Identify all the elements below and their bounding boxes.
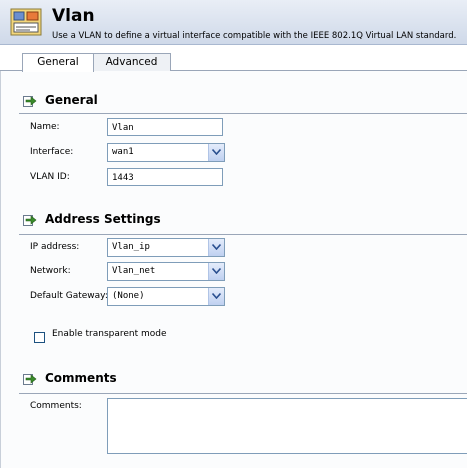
section-arrow-icon — [23, 93, 37, 107]
comments-label: Comments: — [30, 401, 82, 411]
chevron-down-icon[interactable] — [208, 239, 224, 256]
section-general-title: General — [45, 93, 98, 107]
comments-field[interactable] — [107, 398, 467, 454]
section-arrow-icon — [23, 371, 37, 385]
section-divider — [19, 113, 467, 114]
tab-advanced[interactable]: Advanced — [92, 53, 171, 71]
default-gateway-label: Default Gateway: — [30, 291, 108, 301]
page-description: Use a VLAN to define a virtual interface… — [52, 31, 457, 41]
network-label: Network: — [30, 266, 71, 276]
interface-label: Interface: — [30, 147, 74, 157]
page-title: Vlan — [52, 6, 95, 26]
vlan-icon — [10, 7, 42, 37]
interface-value: wan1 — [112, 147, 134, 157]
ip-address-select[interactable]: Vlan_ip — [107, 238, 225, 257]
tab-content: General Name: Vlan Interface: wan1 VLAN … — [0, 71, 467, 468]
section-arrow-icon — [23, 212, 37, 226]
name-field[interactable]: Vlan — [107, 118, 223, 136]
network-value: Vlan_net — [112, 266, 156, 276]
ip-address-value: Vlan_ip — [112, 242, 150, 252]
tab-bar: General Advanced — [0, 45, 467, 72]
default-gateway-select[interactable]: (None) — [107, 287, 225, 306]
network-select[interactable]: Vlan_net — [107, 262, 225, 281]
vlan-id-field[interactable]: 1443 — [107, 168, 223, 186]
tab-general[interactable]: General — [22, 53, 94, 72]
vlan-id-label: VLAN ID: — [30, 172, 70, 182]
chevron-down-icon[interactable] — [208, 263, 224, 280]
transparent-mode-label: Enable transparent mode — [52, 329, 167, 339]
page-header: Vlan Use a VLAN to define a virtual inte… — [0, 0, 467, 45]
section-divider — [19, 393, 467, 394]
section-comments-title: Comments — [45, 371, 117, 385]
ip-address-label: IP address: — [30, 242, 80, 252]
default-gateway-value: (None) — [112, 291, 145, 301]
interface-select[interactable]: wan1 — [107, 143, 225, 162]
chevron-down-icon[interactable] — [208, 288, 224, 305]
chevron-down-icon[interactable] — [208, 144, 224, 161]
transparent-mode-checkbox[interactable] — [34, 332, 45, 343]
section-address-title: Address Settings — [45, 212, 161, 226]
name-label: Name: — [30, 122, 60, 132]
section-divider — [19, 234, 467, 235]
